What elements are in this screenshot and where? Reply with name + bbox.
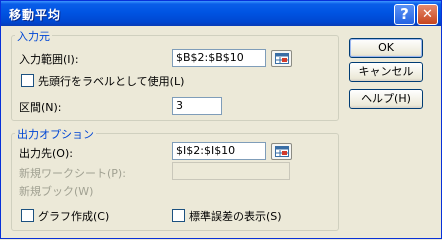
chart-output-label: グラフ作成(C)	[38, 210, 110, 223]
standard-error-checkbox[interactable]	[172, 209, 185, 222]
new-sheet-label: 新規ワークシート(P):	[19, 167, 126, 180]
output-range-field[interactable]: $I$2:$I$10	[172, 142, 266, 160]
range-select-icon	[275, 146, 289, 157]
output-label: 出力先(O):	[19, 147, 73, 160]
dialog-body: 入力元 入力範囲(I): $B$2:$B$10 先頭行をラベルとして使用(L) …	[1, 26, 441, 238]
input-range-ref-button[interactable]	[271, 50, 292, 67]
new-sheet-field[interactable]	[172, 162, 290, 180]
help-button[interactable]: ヘルプ(H)	[349, 89, 423, 109]
moving-average-dialog: 移動平均 ? ✕ 入力元 入力範囲(I): $B$2:$B$10 先頭行をラベル…	[0, 0, 442, 239]
title-bar: 移動平均 ? ✕	[1, 1, 441, 26]
cancel-button[interactable]: キャンセル	[349, 62, 423, 82]
chart-output-checkbox[interactable]	[21, 209, 34, 222]
window-title: 移動平均	[9, 8, 62, 22]
standard-error-label: 標準誤差の表示(S)	[189, 210, 282, 223]
close-button[interactable]: ✕	[417, 4, 438, 25]
input-range-label: 入力範囲(I):	[19, 53, 79, 66]
output-range-ref-button[interactable]	[271, 143, 292, 160]
input-group-title: 入力元	[15, 28, 52, 44]
new-book-label: 新規ブック(W)	[19, 185, 94, 198]
range-select-icon	[275, 53, 289, 64]
first-row-label-text: 先頭行をラベルとして使用(L)	[38, 75, 185, 88]
interval-label: 区間(N):	[19, 101, 62, 114]
help-title-button[interactable]: ?	[394, 4, 415, 25]
ok-button[interactable]: OK	[349, 38, 423, 58]
input-range-field[interactable]: $B$2:$B$10	[172, 49, 266, 67]
output-group-title: 出力オプション	[15, 126, 96, 142]
first-row-label-checkbox[interactable]	[21, 74, 34, 87]
interval-field[interactable]: 3	[172, 97, 222, 115]
